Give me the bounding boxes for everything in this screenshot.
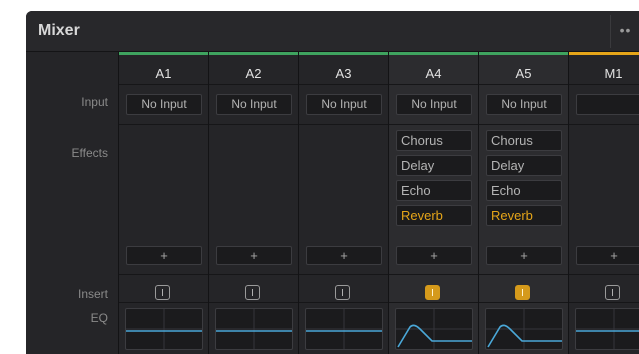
input-selector[interactable]: No Input: [486, 94, 562, 115]
add-effect-button[interactable]: +: [396, 246, 472, 265]
row-divider: [209, 124, 298, 125]
channel-name: A5: [515, 66, 532, 81]
channel-name: A1: [155, 66, 172, 81]
row-divider: [299, 124, 388, 125]
channel-strip-a4: A4 No Input Chorus Delay Echo Reverb +: [389, 52, 479, 354]
channel-color-bar: [389, 52, 478, 55]
input-selector[interactable]: No Input: [126, 94, 202, 115]
channel-color-bar: [299, 52, 388, 55]
insert-toggle[interactable]: [155, 285, 170, 300]
row-divider: [389, 84, 478, 85]
row-divider: [569, 124, 639, 125]
row-divider: [119, 274, 208, 275]
effect-slot-chorus[interactable]: Chorus: [486, 130, 562, 151]
row-divider: [479, 124, 568, 125]
channel-color-bar: [209, 52, 298, 55]
options-menu-icon[interactable]: ••: [610, 15, 639, 48]
effect-slot-reverb[interactable]: Reverb: [486, 205, 562, 226]
input-selector[interactable]: [576, 94, 639, 115]
channel-color-bar: [569, 52, 639, 55]
mixer-titlebar: Mixer ••: [26, 11, 639, 52]
channel-strip-m1: M1 +: [569, 52, 639, 354]
row-divider: [209, 302, 298, 303]
add-effect-button[interactable]: +: [306, 246, 382, 265]
input-selector[interactable]: No Input: [306, 94, 382, 115]
row-divider: [119, 84, 208, 85]
row-divider: [209, 84, 298, 85]
channel-strip-a2: A2 No Input +: [209, 52, 299, 354]
eq-graph[interactable]: [395, 308, 473, 350]
row-divider: [299, 84, 388, 85]
channel-color-bar: [479, 52, 568, 55]
row-divider: [569, 274, 639, 275]
row-divider: [569, 84, 639, 85]
row-label-effects: Effects: [71, 146, 108, 160]
eq-graph[interactable]: [485, 308, 563, 350]
mixer-panel: Mixer •• Input Effects Insert EQ A1 No In…: [26, 11, 639, 354]
row-label-column: Input Effects Insert EQ: [26, 52, 119, 354]
add-effect-button[interactable]: +: [216, 246, 292, 265]
row-divider: [389, 274, 478, 275]
insert-toggle[interactable]: [515, 285, 530, 300]
row-divider: [299, 274, 388, 275]
row-divider: [299, 302, 388, 303]
row-divider: [569, 302, 639, 303]
effect-slot-delay[interactable]: Delay: [396, 155, 472, 176]
insert-toggle[interactable]: [335, 285, 350, 300]
eq-graph[interactable]: [125, 308, 203, 350]
channel-name: M1: [604, 66, 623, 81]
input-selector[interactable]: No Input: [216, 94, 292, 115]
channel-name: A3: [335, 66, 352, 81]
row-label-eq: EQ: [90, 311, 108, 325]
add-effect-button[interactable]: +: [486, 246, 562, 265]
add-effect-button[interactable]: +: [126, 246, 202, 265]
add-effect-button[interactable]: +: [576, 246, 639, 265]
effect-slot-chorus[interactable]: Chorus: [396, 130, 472, 151]
effect-slot-echo[interactable]: Echo: [396, 180, 472, 201]
channel-strip-a1: A1 No Input +: [119, 52, 209, 354]
eq-graph[interactable]: [215, 308, 293, 350]
row-divider: [479, 84, 568, 85]
row-divider: [119, 302, 208, 303]
channel-color-bar: [119, 52, 208, 55]
effect-slot-reverb[interactable]: Reverb: [396, 205, 472, 226]
row-divider: [479, 302, 568, 303]
effect-slot-delay[interactable]: Delay: [486, 155, 562, 176]
channel-strip-a3: A3 No Input +: [299, 52, 389, 354]
row-divider: [119, 124, 208, 125]
row-label-insert: Insert: [77, 287, 108, 301]
insert-toggle[interactable]: [245, 285, 260, 300]
effect-slot-echo[interactable]: Echo: [486, 180, 562, 201]
row-divider: [389, 124, 478, 125]
insert-toggle[interactable]: [605, 285, 620, 300]
channel-name: A2: [245, 66, 262, 81]
row-label-input: Input: [81, 95, 108, 109]
row-divider: [389, 302, 478, 303]
channel-strip-a5: A5 No Input Chorus Delay Echo Reverb +: [479, 52, 569, 354]
eq-graph[interactable]: [575, 308, 639, 350]
channel-name: A4: [425, 66, 442, 81]
panel-title: Mixer: [38, 22, 80, 39]
input-selector[interactable]: No Input: [396, 94, 472, 115]
row-divider: [479, 274, 568, 275]
row-divider: [209, 274, 298, 275]
insert-toggle[interactable]: [425, 285, 440, 300]
eq-graph[interactable]: [305, 308, 383, 350]
